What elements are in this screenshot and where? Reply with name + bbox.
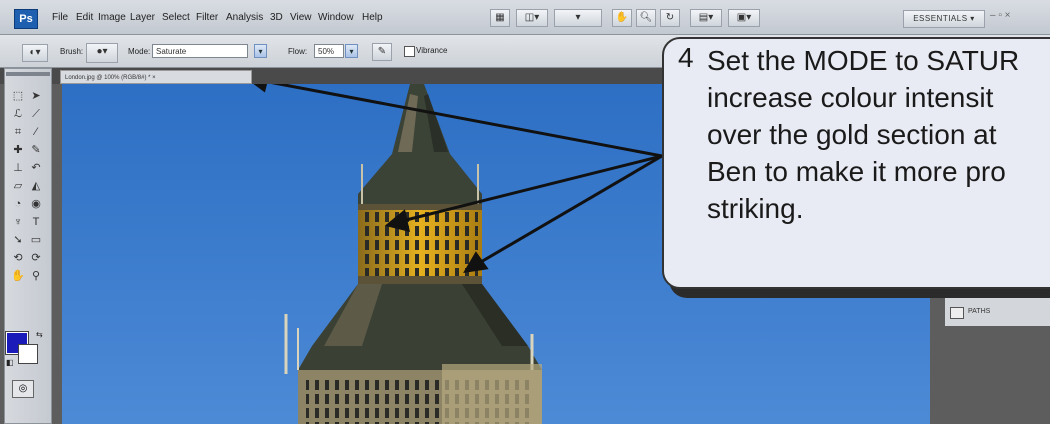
pen-tool-icon[interactable]: ♆ [10, 214, 26, 230]
menu-file[interactable]: File [52, 12, 68, 23]
zoom-level-dropdown[interactable]: ▾ [554, 9, 602, 27]
bridge-icon[interactable]: ▦ [490, 9, 510, 27]
3d-rotate-tool-icon[interactable]: ⟲ [10, 250, 26, 266]
photoshop-logo: Ps [14, 9, 38, 29]
flow-label: Flow: [288, 47, 308, 56]
menu-filter[interactable]: Filter [196, 12, 218, 23]
callout-text: Set the MODE to SATUR increase colour in… [707, 45, 1020, 224]
menu-select[interactable]: Select [162, 12, 190, 23]
callout-step-number: 4 [678, 42, 694, 73]
default-colors-icon[interactable]: ◧ [6, 358, 14, 367]
tools-panel-grip[interactable] [6, 72, 50, 76]
vibrance-checkbox[interactable] [404, 46, 415, 57]
flow-dropdown-icon[interactable]: ▾ [345, 44, 358, 58]
menu-layer[interactable]: Layer [130, 12, 155, 23]
menu-window[interactable]: Window [318, 12, 354, 23]
marquee-tool-icon[interactable]: ⬚ [10, 88, 26, 104]
workspace-switcher[interactable]: ESSENTIALS ▾ [903, 10, 985, 28]
mode-select[interactable]: Saturate [152, 44, 248, 58]
3d-orbit-tool-icon[interactable]: ⟳ [28, 250, 44, 266]
paths-panel-tab[interactable]: PATHS [968, 308, 990, 315]
healing-brush-tool-icon[interactable]: ✚ [10, 142, 26, 158]
menu-image[interactable]: Image [98, 12, 126, 23]
rotate-view-icon[interactable]: ↻ [660, 9, 680, 27]
view-extras-icon[interactable]: ◫▾ [516, 9, 548, 27]
mode-label: Mode: [128, 47, 151, 56]
brush-label: Brush: [60, 47, 84, 56]
swap-colors-icon[interactable]: ⇆ [36, 330, 43, 339]
screen-mode-icon[interactable]: ▣▾ [728, 9, 760, 27]
brush-tool-icon[interactable]: ✎ [28, 142, 44, 158]
background-color-swatch[interactable] [18, 344, 38, 364]
shape-tool-icon[interactable]: ▭ [28, 232, 44, 248]
document-tab[interactable]: London.jpg @ 100% (RGB/8#) * × [60, 70, 252, 84]
quick-mask-icon[interactable]: ◎ [12, 380, 34, 398]
tool-preset-picker[interactable]: ◐▾ [22, 44, 48, 62]
path-select-tool-icon[interactable]: ➘ [10, 232, 26, 248]
mode-dropdown-icon[interactable]: ▾ [254, 44, 267, 58]
airbrush-icon[interactable]: ✎ [372, 43, 392, 61]
blur-tool-icon[interactable]: ◔ [10, 196, 26, 212]
zoom-tool-icon[interactable]: ⚲ [28, 268, 44, 284]
type-tool-icon[interactable]: T [28, 214, 44, 230]
menu-help[interactable]: Help [362, 12, 383, 23]
crop-tool-icon[interactable]: ⌗ [10, 124, 26, 140]
hand-tool-icon[interactable]: ✋ [10, 268, 26, 284]
brush-picker[interactable]: ●▾ [86, 43, 118, 63]
history-brush-tool-icon[interactable]: ↶ [28, 160, 44, 176]
arrange-documents-icon[interactable]: ▤▾ [690, 9, 722, 27]
hand-tool-icon[interactable]: ✋ [612, 9, 632, 27]
vibrance-label: Vibrance [416, 46, 448, 55]
zoom-tool-icon[interactable]: 🔍︎ [636, 9, 656, 27]
window-controls[interactable]: – ▫ × [990, 10, 1011, 21]
lasso-tool-icon[interactable]: ℒ [10, 106, 26, 122]
eyedropper-tool-icon[interactable]: ⁄ [28, 124, 44, 140]
paths-icon[interactable] [950, 307, 964, 319]
menu-analysis[interactable]: Analysis [226, 12, 263, 23]
quick-select-tool-icon[interactable]: ⟋ [28, 106, 44, 122]
menu-view[interactable]: View [290, 12, 312, 23]
sponge-tool-icon[interactable]: ◉ [28, 196, 44, 212]
menu-3d[interactable]: 3D [270, 12, 283, 23]
menu-edit[interactable]: Edit [76, 12, 93, 23]
gradient-tool-icon[interactable]: ◭ [28, 178, 44, 194]
clone-stamp-tool-icon[interactable]: ⊥ [10, 160, 26, 176]
eraser-tool-icon[interactable]: ▱ [10, 178, 26, 194]
flow-input[interactable]: 50% [314, 44, 344, 58]
move-tool-icon[interactable]: ➤ [28, 88, 44, 104]
